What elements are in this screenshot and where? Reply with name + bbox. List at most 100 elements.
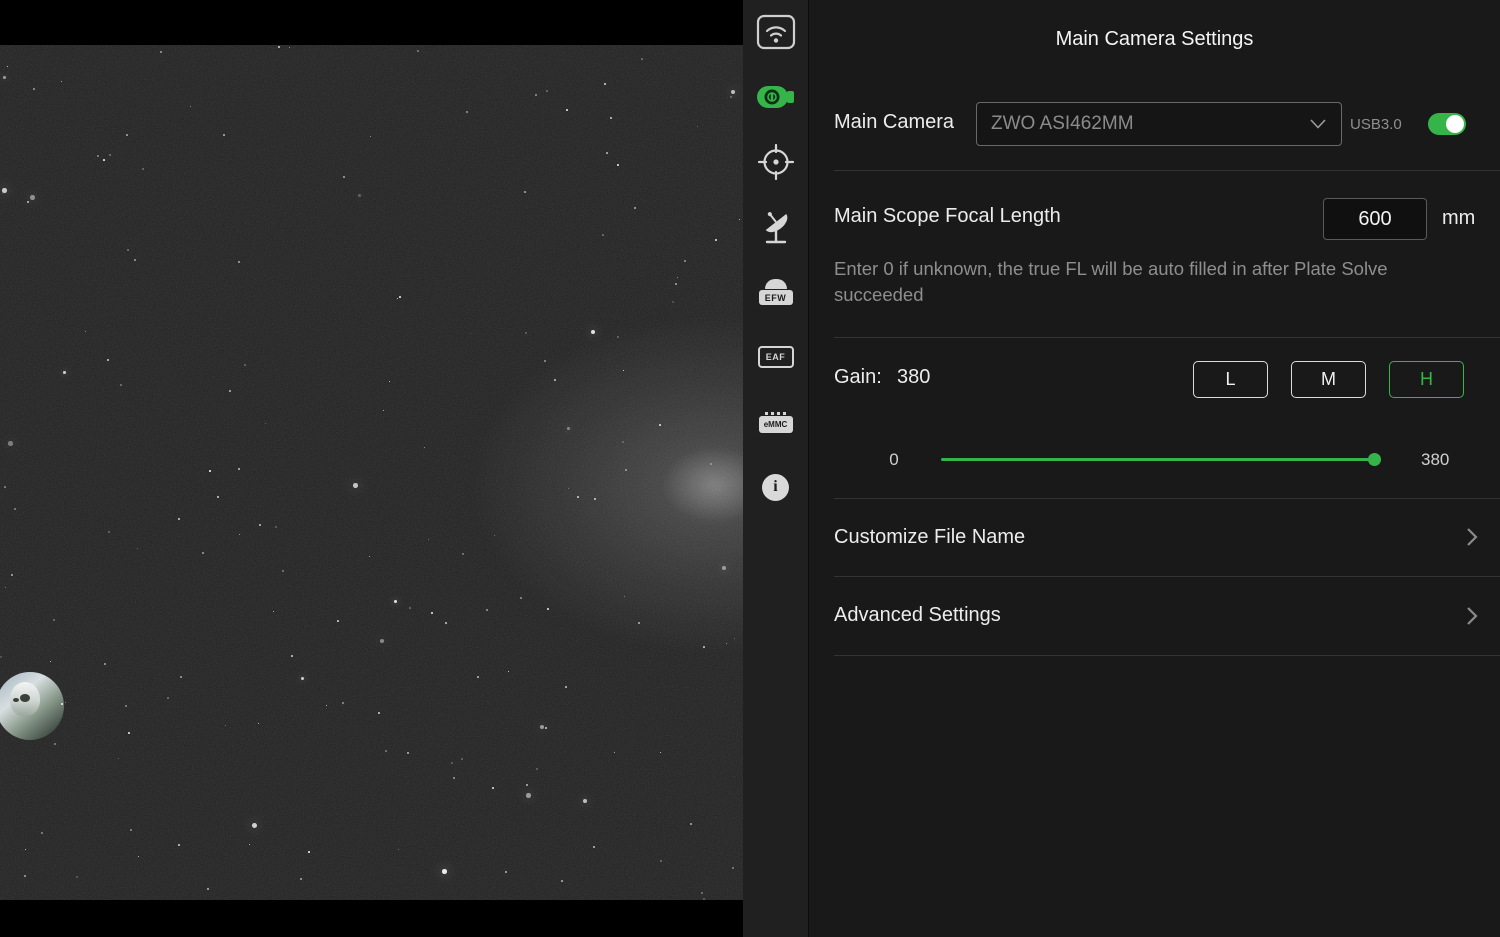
star [24,875,26,877]
star [30,195,35,200]
star [462,553,464,555]
star [634,207,636,209]
efw-icon[interactable]: EFW [756,272,796,312]
star [33,88,35,90]
emmc-icon[interactable]: eMMC [756,402,796,442]
star [27,201,29,203]
star [540,725,544,729]
star [428,539,429,540]
gain-slider-thumb[interactable] [1368,453,1381,466]
star [536,768,538,770]
toggle-knob [1446,115,1464,133]
star [389,381,390,382]
star [8,441,13,446]
star [544,360,546,362]
star [53,619,55,621]
star [535,94,537,96]
main-camera-icon[interactable] [756,77,796,117]
star [566,109,568,111]
star [138,856,139,857]
star [178,844,180,846]
star [690,823,692,825]
customize-file-name-row[interactable]: Customize File Name [809,498,1500,576]
guide-crosshair-icon[interactable] [756,142,796,182]
advanced-settings-row[interactable]: Advanced Settings [809,576,1500,655]
star [178,518,180,520]
star [525,332,527,334]
star [524,191,526,193]
star [308,851,310,853]
star [703,898,705,900]
star [5,587,6,588]
star [180,676,182,678]
star [451,762,453,764]
chevron-down-icon [1309,118,1327,130]
gain-value: 380 [897,366,930,389]
mount-icon[interactable] [756,207,796,247]
gain-medium-button[interactable]: M [1291,361,1366,398]
star [677,277,678,278]
galaxy-glow [470,315,743,655]
star [546,90,548,92]
star [409,607,411,609]
star [394,600,397,603]
star [104,663,106,665]
star [76,876,78,878]
info-icon[interactable]: i [756,467,796,507]
star [108,531,110,533]
star [134,259,136,261]
star [594,498,596,500]
focal-length-unit: mm [1442,207,1475,230]
emmc-label: eMMC [759,416,793,433]
star [301,677,304,680]
star [486,609,488,611]
star [520,597,522,599]
star [417,50,419,52]
star [567,427,570,430]
star [109,154,111,156]
star [466,111,468,113]
star [25,849,26,850]
star [477,676,479,678]
star [258,723,259,724]
star [120,384,122,386]
star [202,552,204,554]
star [660,860,662,862]
chevron-right-icon [1465,605,1479,627]
divider [834,655,1500,656]
gain-slider-min-label: 0 [879,450,909,470]
star [125,705,127,707]
star [65,702,66,703]
star [624,596,625,597]
eaf-icon[interactable]: EAF [756,337,796,377]
main-camera-select[interactable]: ZWO ASI462MM [976,102,1342,146]
gain-low-button[interactable]: L [1193,361,1268,398]
star [734,638,735,639]
star [118,758,119,759]
star [722,566,726,570]
star [732,867,734,869]
focal-length-hint: Enter 0 if unknown, the true FL will be … [834,256,1419,308]
camera-preview[interactable] [0,45,743,900]
image-noise [0,45,743,900]
star [326,705,327,706]
star [470,333,471,334]
eaf-label: EAF [758,346,794,368]
focal-length-input[interactable] [1323,198,1427,240]
star [593,846,595,848]
star [407,752,409,754]
gain-high-button[interactable]: H [1389,361,1464,398]
star [378,712,380,714]
gain-label: Gain: [834,366,882,389]
user-avatar[interactable] [0,672,64,740]
star [547,608,549,610]
star [160,51,162,53]
usb3-toggle[interactable] [1428,113,1466,135]
info-glyph: i [762,474,789,501]
star [383,410,384,411]
star [610,117,612,119]
star [494,535,495,536]
star [508,671,509,672]
gain-slider[interactable] [941,458,1381,461]
wifi-icon[interactable] [756,12,796,52]
